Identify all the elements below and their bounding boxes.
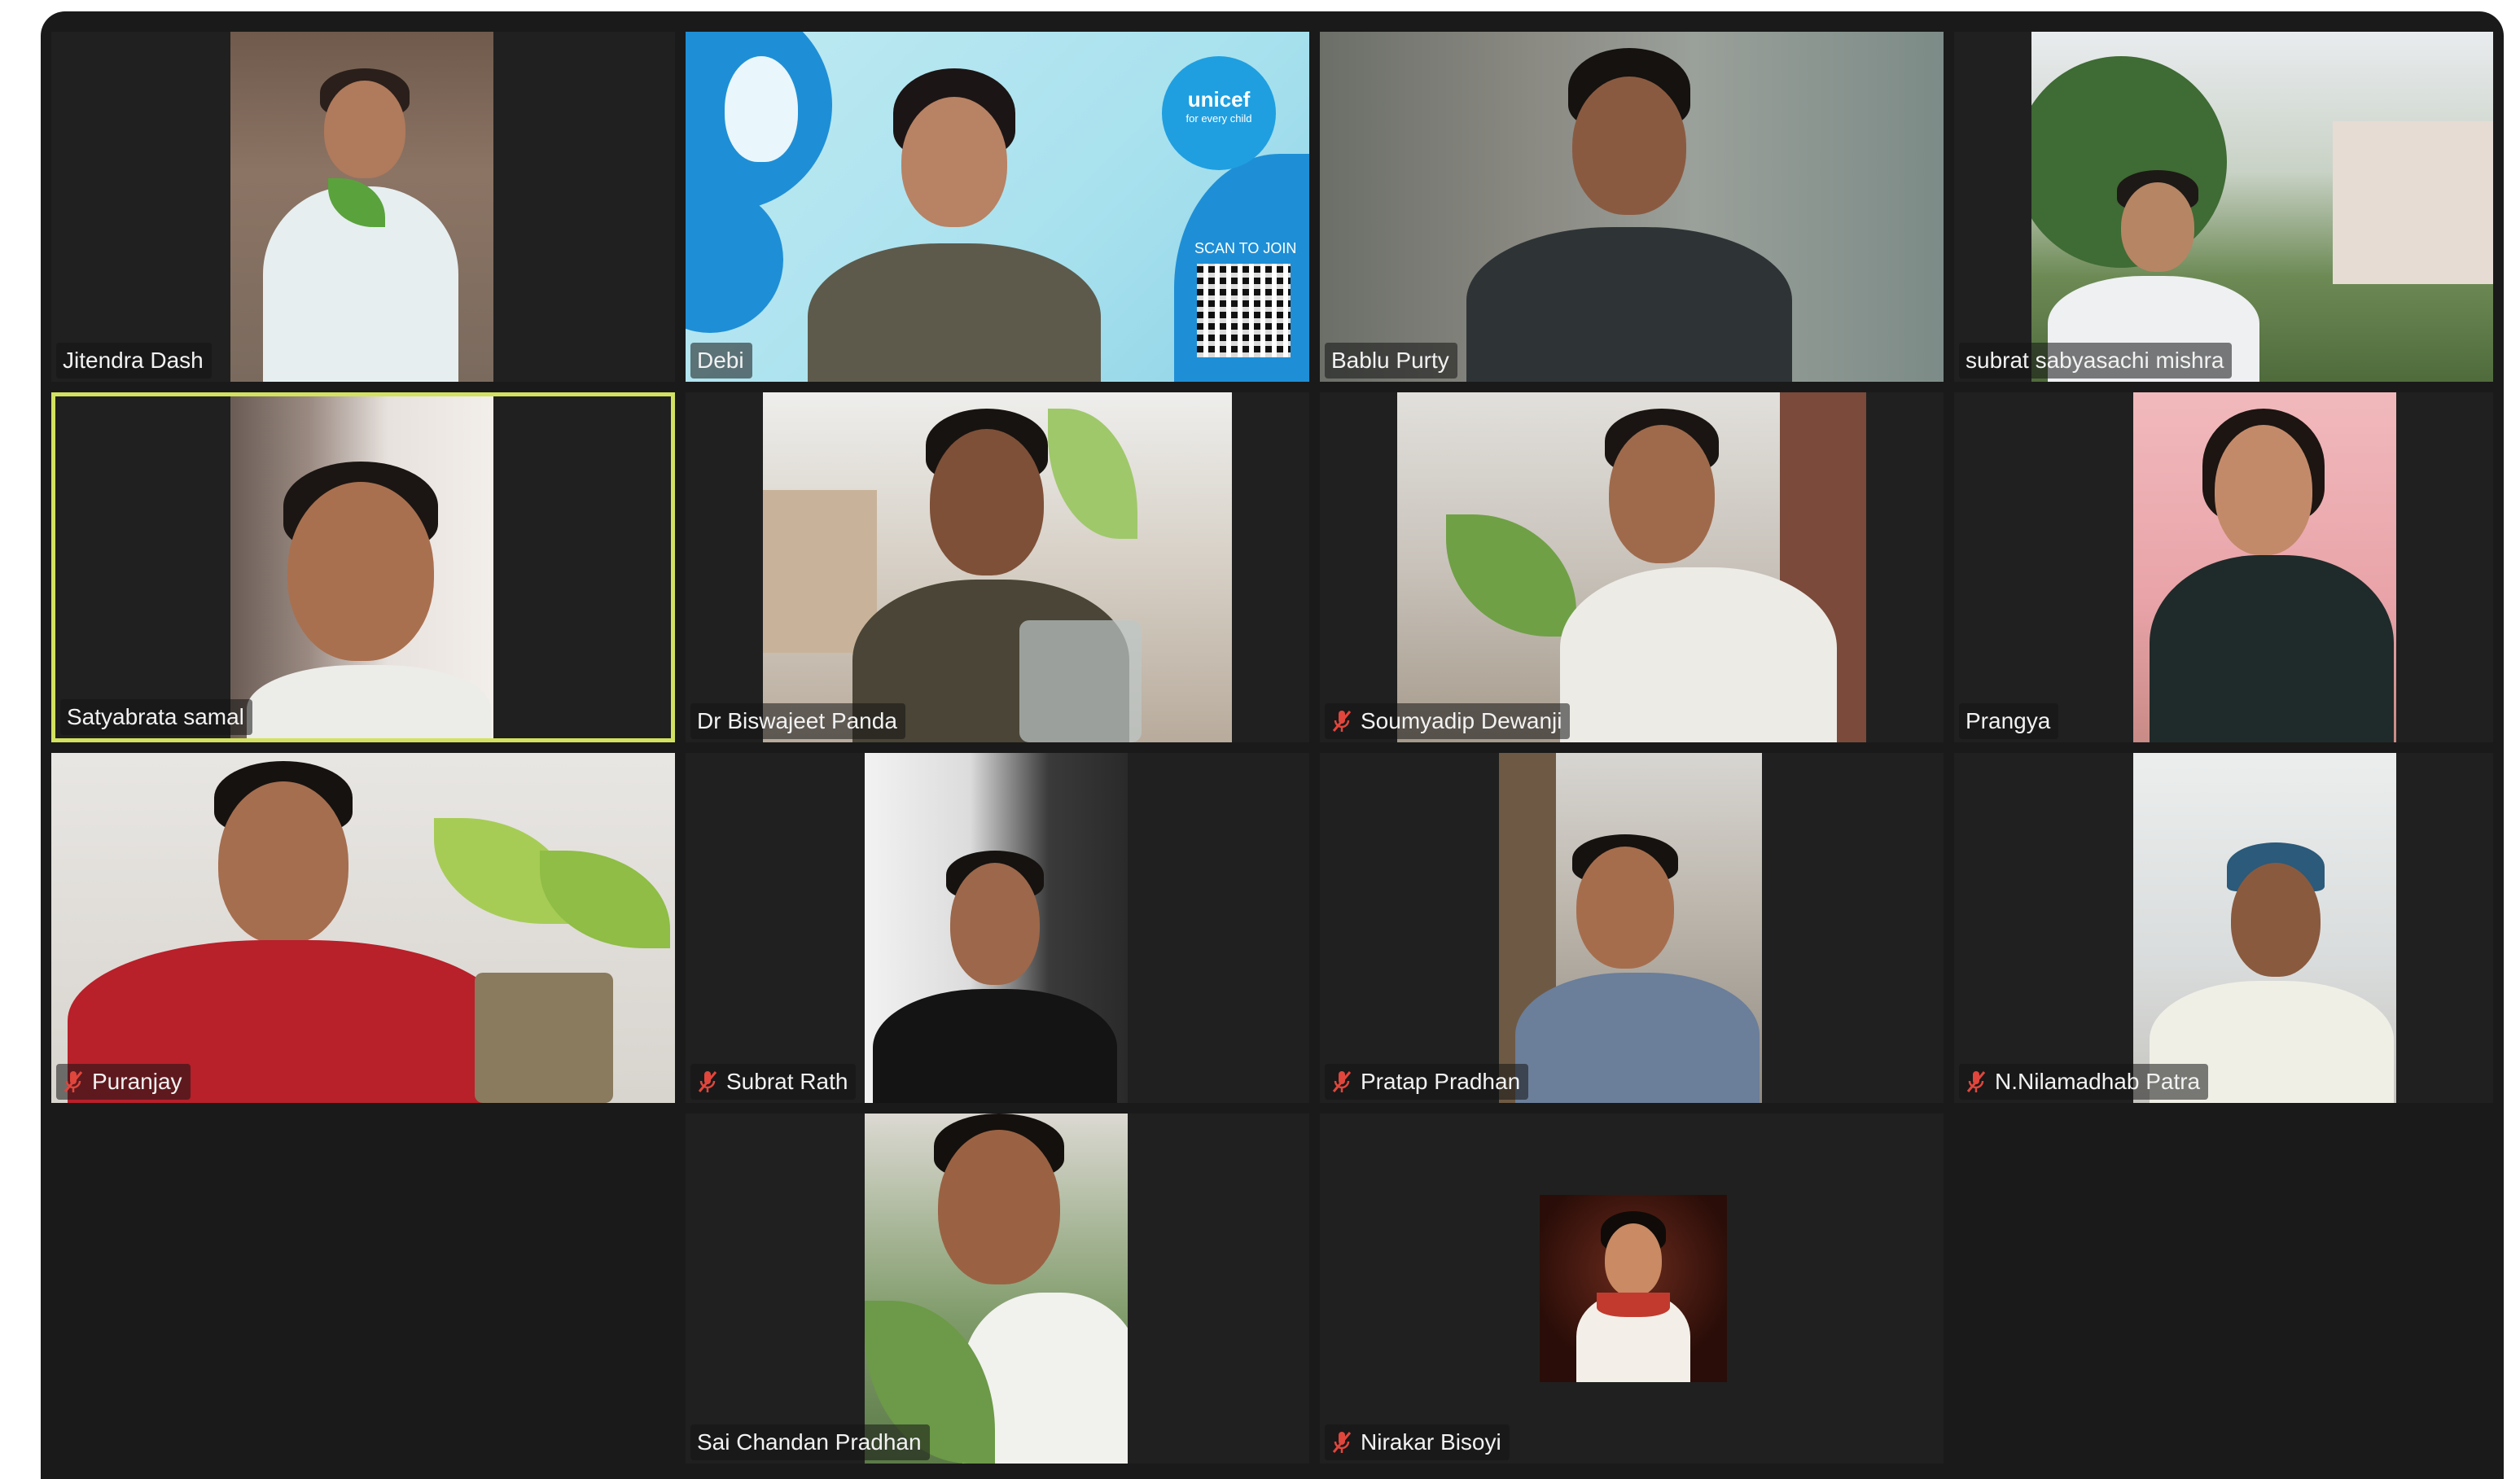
participant-tile[interactable]: Subrat Rath (686, 753, 1309, 1103)
participant-name-tag: Bablu Purty (1325, 343, 1457, 379)
participant-video (1397, 392, 1866, 742)
scan-to-join-text: SCAN TO JOIN (1194, 240, 1297, 256)
participant-name-tag: Satyabrata samal (60, 699, 252, 735)
unicef-badge: unicef for every child (1162, 56, 1276, 170)
participant-tile[interactable]: Sai Chandan Pradhan (686, 1114, 1309, 1464)
participant-name-tag: Jitendra Dash (56, 343, 212, 379)
participant-tile[interactable]: Soumyadip Dewanji (1320, 392, 1944, 742)
mic-off-icon (1332, 711, 1352, 732)
participant-name: subrat sabyasachi mishra (1966, 348, 2224, 373)
unicef-logo-text: unicef (1187, 87, 1251, 112)
mic-off-icon (1332, 1071, 1352, 1092)
participant-name-tag: Debi (690, 343, 752, 379)
participant-name: Debi (697, 348, 744, 373)
participant-name: Nirakar Bisoyi (1361, 1429, 1501, 1455)
participant-tile[interactable]: Puranjay (51, 753, 675, 1103)
participant-tile[interactable]: Pratap Pradhan (1320, 753, 1944, 1103)
participant-name: Satyabrata samal (67, 704, 244, 729)
participant-video (2133, 392, 2396, 742)
participant-name-tag: Nirakar Bisoyi (1325, 1424, 1510, 1460)
participant-video (51, 753, 675, 1103)
participant-name: Jitendra Dash (63, 348, 204, 373)
participant-name: Puranjay (92, 1069, 182, 1094)
participant-name-tag: Soumyadip Dewanji (1325, 703, 1571, 739)
participant-video (2031, 32, 2493, 382)
participant-name: Dr Biswajeet Panda (697, 708, 897, 733)
participant-video (763, 392, 1232, 742)
participant-name: Prangya (1966, 708, 2051, 733)
participant-name-tag: N.Nilamadhab Patra (1959, 1064, 2209, 1100)
mic-off-icon (1966, 1071, 1986, 1092)
participant-name: Soumyadip Dewanji (1361, 708, 1562, 733)
participant-name-tag: Sai Chandan Pradhan (690, 1424, 930, 1460)
mic-off-icon (1332, 1432, 1352, 1453)
participant-tile[interactable]: N.Nilamadhab Patra (1954, 753, 2493, 1103)
participant-video (1320, 32, 1944, 382)
participant-video (1499, 753, 1762, 1103)
participant-name: Bablu Purty (1331, 348, 1449, 373)
participant-tile[interactable]: Dr Biswajeet Panda (686, 392, 1309, 742)
participant-tile[interactable]: Prangya (1954, 392, 2493, 742)
participant-tile[interactable]: Nirakar Bisoyi (1320, 1114, 1944, 1464)
mic-off-icon (64, 1071, 83, 1092)
qr-code (1197, 264, 1291, 357)
participant-name: Pratap Pradhan (1361, 1069, 1521, 1094)
participant-name-tag: Dr Biswajeet Panda (690, 703, 905, 739)
participant-name: Sai Chandan Pradhan (697, 1429, 922, 1455)
participant-video (865, 753, 1128, 1103)
participant-tile[interactable]: unicef for every child SCAN TO JOIN Debi (686, 32, 1309, 382)
participant-video (865, 1114, 1128, 1464)
unicef-tagline: for every child (1185, 112, 1252, 125)
participant-tile[interactable]: Bablu Purty (1320, 32, 1944, 382)
participant-video (230, 396, 493, 738)
participant-name: N.Nilamadhab Patra (1995, 1069, 2201, 1094)
participant-name-tag: Pratap Pradhan (1325, 1064, 1529, 1100)
participant-tile[interactable]: subrat sabyasachi mishra (1954, 32, 2493, 382)
participant-avatar (1540, 1195, 1727, 1382)
participant-video (230, 32, 493, 382)
mic-off-icon (698, 1071, 717, 1092)
participant-video: unicef for every child SCAN TO JOIN (686, 32, 1309, 382)
participant-name: Subrat Rath (726, 1069, 848, 1094)
participant-tile[interactable]: Jitendra Dash (51, 32, 675, 382)
participant-name-tag: subrat sabyasachi mishra (1959, 343, 2233, 379)
participant-name-tag: Subrat Rath (690, 1064, 857, 1100)
participant-tile-active-speaker[interactable]: Satyabrata samal (51, 392, 675, 742)
participant-name-tag: Prangya (1959, 703, 2059, 739)
participant-name-tag: Puranjay (56, 1064, 191, 1100)
participant-video (2133, 753, 2396, 1103)
meeting-gallery-view: Jitendra Dash unicef for every child SCA… (41, 11, 2504, 1479)
